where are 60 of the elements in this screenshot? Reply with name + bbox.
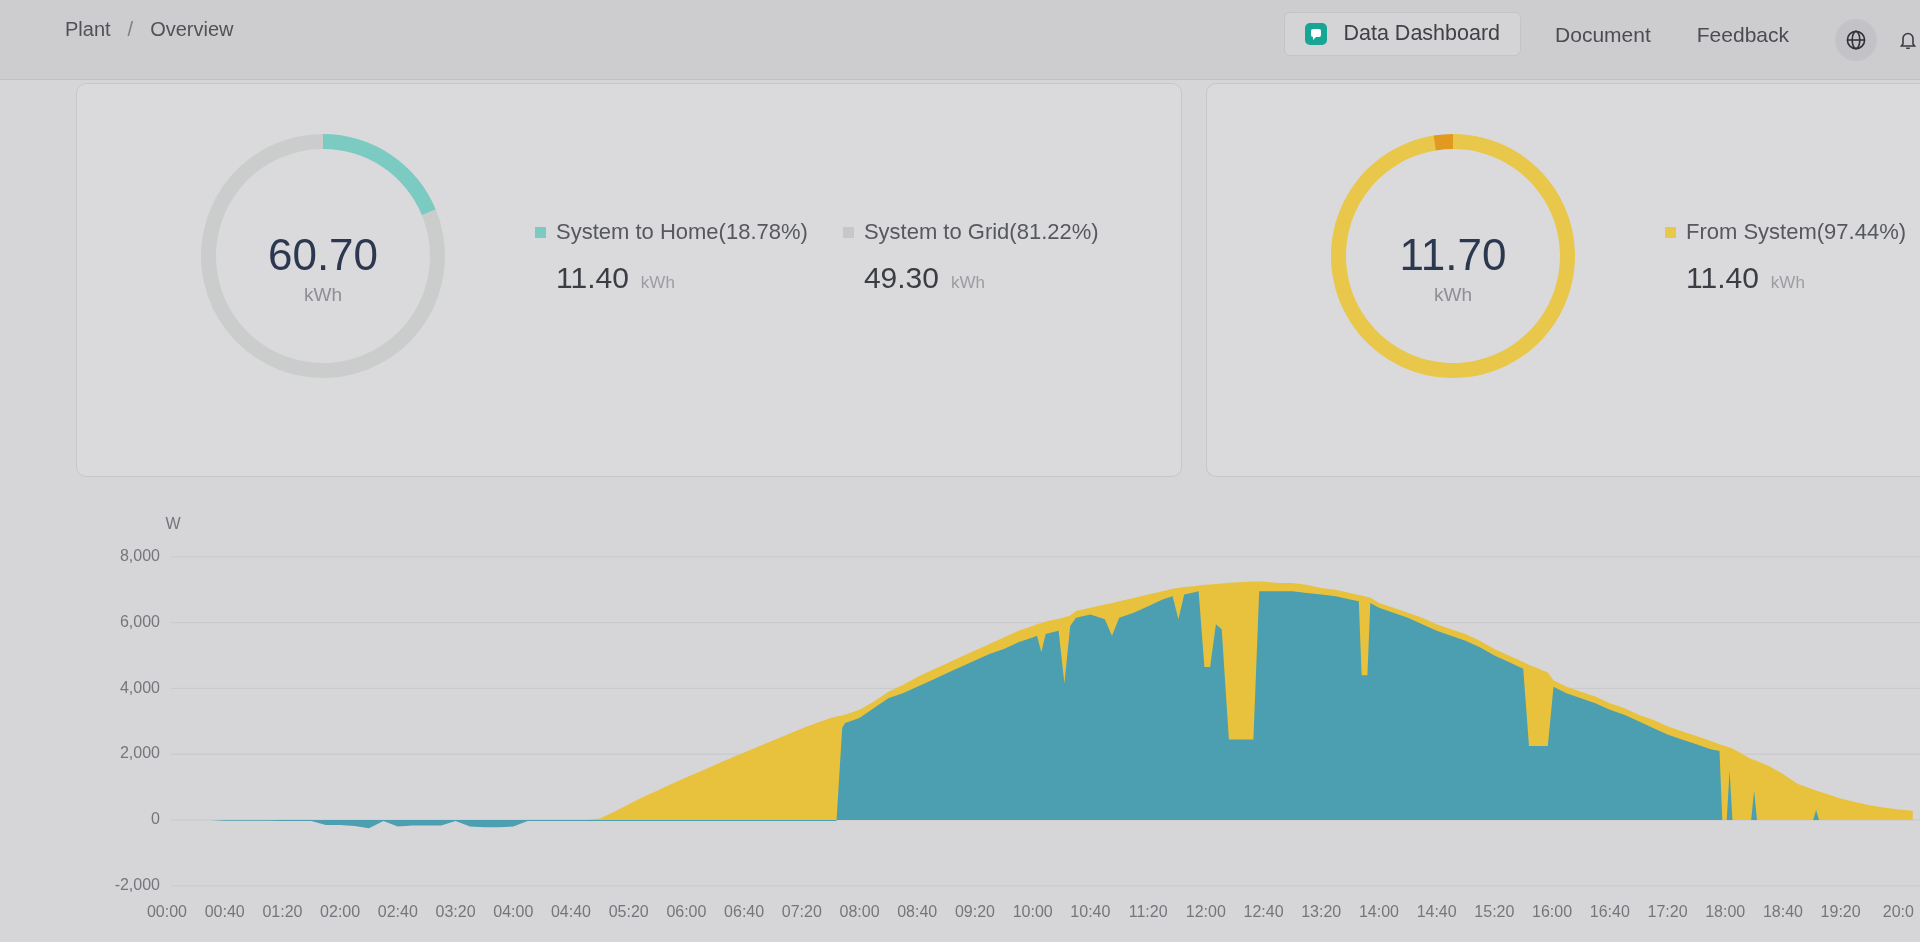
legend-unit: kWh	[950, 272, 985, 294]
x-tick-label: 01:20	[262, 903, 303, 921]
x-tick-label: 16:00	[1532, 903, 1573, 921]
total-value: 60.70	[267, 231, 379, 280]
x-tick-label: 07:20	[781, 903, 822, 921]
x-tick-label: 11:20	[1128, 903, 1168, 921]
x-tick-label: 04:00	[493, 903, 534, 921]
legend-label: From System(97.44%)	[1686, 220, 1907, 244]
x-tick-label: 13:20	[1301, 903, 1342, 921]
breadcrumb-link[interactable]: Plant	[65, 13, 111, 44]
x-tick-label: 02:00	[320, 903, 361, 921]
legend-label: System to Home(18.78%)	[556, 220, 808, 244]
y-tick-label: 0	[151, 810, 160, 828]
dashboard-button[interactable]: Data Dashboard	[1284, 11, 1522, 56]
total-value: 11.70	[1399, 231, 1507, 280]
x-tick-label: 10:00	[1012, 903, 1053, 921]
nav-link[interactable]: Document	[1555, 19, 1651, 51]
x-tick-label: 19:20	[1820, 903, 1861, 921]
x-tick-label: 00:00	[147, 903, 187, 921]
globe-icon	[1846, 29, 1866, 50]
x-tick-label: 08:40	[897, 903, 938, 921]
breadcrumb-separator: /	[127, 16, 134, 42]
x-tick-label: 14:40	[1416, 903, 1457, 921]
y-tick-label: 4,000	[119, 678, 160, 696]
x-tick-label: 15:20	[1474, 903, 1515, 921]
x-tick-label: 00:40	[204, 903, 245, 921]
x-tick-label: 05:20	[608, 903, 649, 921]
x-tick-label: 17:20	[1647, 903, 1688, 921]
total-unit: kWh	[304, 283, 342, 307]
y-tick-label: 8,000	[119, 547, 160, 565]
breadcrumb-current: Overview	[150, 16, 234, 42]
x-tick-label: 03:20	[435, 903, 476, 921]
x-tick-label: 06:00	[666, 903, 707, 921]
axis-unit-label: W	[165, 515, 181, 533]
legend-unit: kWh	[1770, 272, 1805, 294]
language-button[interactable]	[1835, 18, 1877, 61]
x-tick-label: 12:40	[1243, 903, 1284, 921]
x-tick-label: 10:40	[1070, 903, 1111, 921]
x-tick-label: 12:00	[1185, 903, 1226, 921]
legend-value: 11.40	[1686, 260, 1759, 296]
nav-link[interactable]: Feedback	[1696, 19, 1789, 51]
x-tick-label: 18:00	[1705, 903, 1746, 921]
legend-unit: kWh	[640, 272, 675, 294]
y-tick-label: 2,000	[119, 744, 160, 762]
x-tick-label: 04:40	[550, 903, 591, 921]
legend-value: 49.30	[863, 260, 939, 296]
chat-bubble-icon	[1305, 22, 1328, 45]
x-tick-label: 18:40	[1762, 903, 1803, 921]
legend-label: System to Grid(81.22%)	[863, 220, 1099, 244]
x-tick-label: 06:40	[724, 903, 765, 921]
y-tick-label: -2,000	[114, 876, 160, 894]
x-tick-label: 14:00	[1358, 903, 1399, 921]
x-tick-label: 20:0	[1882, 903, 1914, 921]
x-tick-label: 16:40	[1589, 903, 1630, 921]
y-tick-label: 6,000	[119, 612, 160, 630]
x-tick-label: 09:20	[954, 903, 995, 921]
x-tick-label: 02:40	[377, 903, 418, 921]
total-unit: kWh	[1434, 283, 1472, 307]
legend-value: 11.40	[556, 260, 629, 296]
x-tick-label: 08:00	[839, 903, 880, 921]
